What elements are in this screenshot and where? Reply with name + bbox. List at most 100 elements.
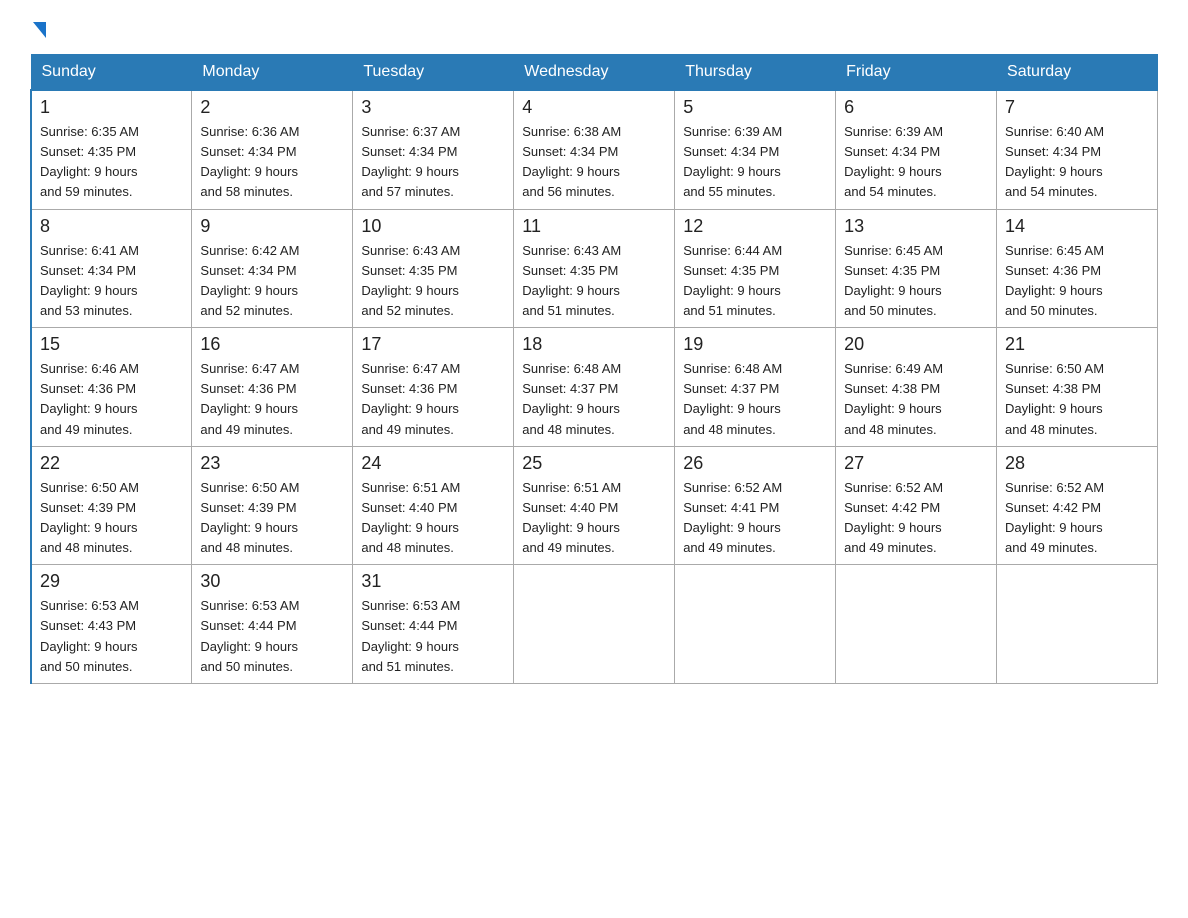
day-info: Sunrise: 6:45 AM Sunset: 4:36 PM Dayligh… (1005, 241, 1149, 322)
day-number: 19 (683, 334, 827, 355)
calendar-cell: 17 Sunrise: 6:47 AM Sunset: 4:36 PM Dayl… (353, 328, 514, 447)
day-info: Sunrise: 6:35 AM Sunset: 4:35 PM Dayligh… (40, 122, 183, 203)
day-number: 22 (40, 453, 183, 474)
day-info: Sunrise: 6:52 AM Sunset: 4:42 PM Dayligh… (1005, 478, 1149, 559)
calendar-cell: 29 Sunrise: 6:53 AM Sunset: 4:43 PM Dayl… (31, 565, 192, 684)
calendar-week-row: 1 Sunrise: 6:35 AM Sunset: 4:35 PM Dayli… (31, 90, 1158, 209)
day-number: 31 (361, 571, 505, 592)
day-number: 4 (522, 97, 666, 118)
day-number: 20 (844, 334, 988, 355)
day-info: Sunrise: 6:47 AM Sunset: 4:36 PM Dayligh… (200, 359, 344, 440)
day-number: 24 (361, 453, 505, 474)
day-info: Sunrise: 6:47 AM Sunset: 4:36 PM Dayligh… (361, 359, 505, 440)
calendar-cell: 20 Sunrise: 6:49 AM Sunset: 4:38 PM Dayl… (836, 328, 997, 447)
day-number: 9 (200, 216, 344, 237)
day-number: 10 (361, 216, 505, 237)
calendar-cell: 23 Sunrise: 6:50 AM Sunset: 4:39 PM Dayl… (192, 446, 353, 565)
day-number: 26 (683, 453, 827, 474)
day-number: 13 (844, 216, 988, 237)
calendar-cell: 14 Sunrise: 6:45 AM Sunset: 4:36 PM Dayl… (997, 209, 1158, 328)
day-number: 18 (522, 334, 666, 355)
day-number: 25 (522, 453, 666, 474)
calendar-cell (836, 565, 997, 684)
calendar-cell (675, 565, 836, 684)
calendar-cell: 21 Sunrise: 6:50 AM Sunset: 4:38 PM Dayl… (997, 328, 1158, 447)
day-info: Sunrise: 6:46 AM Sunset: 4:36 PM Dayligh… (40, 359, 183, 440)
day-info: Sunrise: 6:38 AM Sunset: 4:34 PM Dayligh… (522, 122, 666, 203)
calendar-table: SundayMondayTuesdayWednesdayThursdayFrid… (30, 54, 1158, 684)
day-info: Sunrise: 6:50 AM Sunset: 4:39 PM Dayligh… (200, 478, 344, 559)
calendar-cell: 4 Sunrise: 6:38 AM Sunset: 4:34 PM Dayli… (514, 90, 675, 209)
logo-arrow-icon (33, 22, 46, 38)
day-number: 29 (40, 571, 183, 592)
calendar-cell: 30 Sunrise: 6:53 AM Sunset: 4:44 PM Dayl… (192, 565, 353, 684)
calendar-cell (997, 565, 1158, 684)
calendar-cell: 5 Sunrise: 6:39 AM Sunset: 4:34 PM Dayli… (675, 90, 836, 209)
calendar-header-row: SundayMondayTuesdayWednesdayThursdayFrid… (31, 55, 1158, 91)
day-number: 16 (200, 334, 344, 355)
day-number: 12 (683, 216, 827, 237)
calendar-week-row: 22 Sunrise: 6:50 AM Sunset: 4:39 PM Dayl… (31, 446, 1158, 565)
logo (30, 20, 46, 34)
day-number: 15 (40, 334, 183, 355)
header-saturday: Saturday (997, 55, 1158, 91)
day-info: Sunrise: 6:49 AM Sunset: 4:38 PM Dayligh… (844, 359, 988, 440)
day-info: Sunrise: 6:43 AM Sunset: 4:35 PM Dayligh… (361, 241, 505, 322)
day-info: Sunrise: 6:48 AM Sunset: 4:37 PM Dayligh… (683, 359, 827, 440)
header-friday: Friday (836, 55, 997, 91)
day-info: Sunrise: 6:50 AM Sunset: 4:38 PM Dayligh… (1005, 359, 1149, 440)
calendar-cell: 1 Sunrise: 6:35 AM Sunset: 4:35 PM Dayli… (31, 90, 192, 209)
day-number: 27 (844, 453, 988, 474)
calendar-cell: 31 Sunrise: 6:53 AM Sunset: 4:44 PM Dayl… (353, 565, 514, 684)
day-number: 5 (683, 97, 827, 118)
header-thursday: Thursday (675, 55, 836, 91)
day-info: Sunrise: 6:45 AM Sunset: 4:35 PM Dayligh… (844, 241, 988, 322)
day-number: 6 (844, 97, 988, 118)
header-sunday: Sunday (31, 55, 192, 91)
day-number: 28 (1005, 453, 1149, 474)
day-info: Sunrise: 6:52 AM Sunset: 4:42 PM Dayligh… (844, 478, 988, 559)
day-info: Sunrise: 6:36 AM Sunset: 4:34 PM Dayligh… (200, 122, 344, 203)
calendar-cell: 13 Sunrise: 6:45 AM Sunset: 4:35 PM Dayl… (836, 209, 997, 328)
day-number: 21 (1005, 334, 1149, 355)
calendar-week-row: 8 Sunrise: 6:41 AM Sunset: 4:34 PM Dayli… (31, 209, 1158, 328)
day-info: Sunrise: 6:41 AM Sunset: 4:34 PM Dayligh… (40, 241, 183, 322)
day-number: 7 (1005, 97, 1149, 118)
day-number: 17 (361, 334, 505, 355)
day-info: Sunrise: 6:37 AM Sunset: 4:34 PM Dayligh… (361, 122, 505, 203)
calendar-cell: 12 Sunrise: 6:44 AM Sunset: 4:35 PM Dayl… (675, 209, 836, 328)
day-number: 8 (40, 216, 183, 237)
calendar-cell: 25 Sunrise: 6:51 AM Sunset: 4:40 PM Dayl… (514, 446, 675, 565)
day-info: Sunrise: 6:44 AM Sunset: 4:35 PM Dayligh… (683, 241, 827, 322)
day-info: Sunrise: 6:50 AM Sunset: 4:39 PM Dayligh… (40, 478, 183, 559)
calendar-cell: 16 Sunrise: 6:47 AM Sunset: 4:36 PM Dayl… (192, 328, 353, 447)
day-number: 3 (361, 97, 505, 118)
calendar-cell: 7 Sunrise: 6:40 AM Sunset: 4:34 PM Dayli… (997, 90, 1158, 209)
day-info: Sunrise: 6:48 AM Sunset: 4:37 PM Dayligh… (522, 359, 666, 440)
calendar-cell: 19 Sunrise: 6:48 AM Sunset: 4:37 PM Dayl… (675, 328, 836, 447)
calendar-cell (514, 565, 675, 684)
day-number: 11 (522, 216, 666, 237)
calendar-cell: 9 Sunrise: 6:42 AM Sunset: 4:34 PM Dayli… (192, 209, 353, 328)
calendar-cell: 26 Sunrise: 6:52 AM Sunset: 4:41 PM Dayl… (675, 446, 836, 565)
header-monday: Monday (192, 55, 353, 91)
calendar-cell: 28 Sunrise: 6:52 AM Sunset: 4:42 PM Dayl… (997, 446, 1158, 565)
day-info: Sunrise: 6:40 AM Sunset: 4:34 PM Dayligh… (1005, 122, 1149, 203)
header-tuesday: Tuesday (353, 55, 514, 91)
calendar-cell: 18 Sunrise: 6:48 AM Sunset: 4:37 PM Dayl… (514, 328, 675, 447)
day-info: Sunrise: 6:53 AM Sunset: 4:43 PM Dayligh… (40, 596, 183, 677)
calendar-week-row: 15 Sunrise: 6:46 AM Sunset: 4:36 PM Dayl… (31, 328, 1158, 447)
day-number: 14 (1005, 216, 1149, 237)
day-info: Sunrise: 6:51 AM Sunset: 4:40 PM Dayligh… (522, 478, 666, 559)
day-info: Sunrise: 6:39 AM Sunset: 4:34 PM Dayligh… (844, 122, 988, 203)
day-number: 30 (200, 571, 344, 592)
day-number: 2 (200, 97, 344, 118)
day-info: Sunrise: 6:42 AM Sunset: 4:34 PM Dayligh… (200, 241, 344, 322)
day-info: Sunrise: 6:53 AM Sunset: 4:44 PM Dayligh… (361, 596, 505, 677)
day-info: Sunrise: 6:53 AM Sunset: 4:44 PM Dayligh… (200, 596, 344, 677)
calendar-cell: 22 Sunrise: 6:50 AM Sunset: 4:39 PM Dayl… (31, 446, 192, 565)
calendar-cell: 8 Sunrise: 6:41 AM Sunset: 4:34 PM Dayli… (31, 209, 192, 328)
calendar-cell: 15 Sunrise: 6:46 AM Sunset: 4:36 PM Dayl… (31, 328, 192, 447)
day-info: Sunrise: 6:51 AM Sunset: 4:40 PM Dayligh… (361, 478, 505, 559)
calendar-cell: 27 Sunrise: 6:52 AM Sunset: 4:42 PM Dayl… (836, 446, 997, 565)
